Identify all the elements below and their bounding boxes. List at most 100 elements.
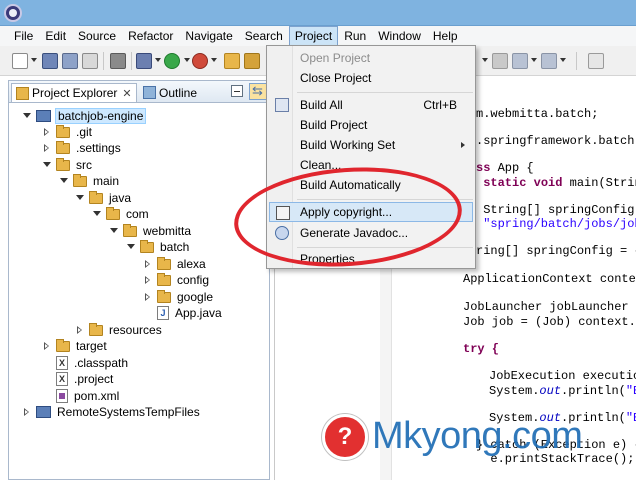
collapse-arrow-icon[interactable] bbox=[143, 292, 153, 302]
menu-file[interactable]: File bbox=[8, 26, 39, 46]
menu-help[interactable]: Help bbox=[427, 26, 464, 46]
project-menu-dropdown: Open Project Close Project Build All Ctr… bbox=[266, 45, 476, 269]
menu-item-clean[interactable]: Clean... bbox=[269, 155, 473, 175]
back-icon[interactable] bbox=[512, 53, 528, 69]
external-tools-dropdown-arrow-icon[interactable] bbox=[211, 58, 217, 62]
skip-breakpoints-icon[interactable] bbox=[110, 53, 126, 69]
build-dropdown-arrow-icon[interactable] bbox=[155, 58, 161, 62]
tree-item-config[interactable]: config bbox=[143, 272, 211, 288]
menu-edit[interactable]: Edit bbox=[39, 26, 72, 46]
tree-item-project[interactable]: X .project bbox=[42, 371, 115, 387]
collapse-arrow-icon[interactable] bbox=[143, 259, 153, 269]
tree-item-label: main bbox=[93, 174, 120, 188]
folder-icon bbox=[89, 190, 103, 204]
tree-item-label: google bbox=[177, 290, 214, 304]
menu-item-generate-javadoc[interactable]: Generate Javadoc... bbox=[269, 223, 473, 243]
collapse-arrow-icon[interactable] bbox=[42, 341, 52, 351]
tree-item-label: java bbox=[109, 191, 132, 205]
expand-arrow-icon[interactable] bbox=[42, 160, 52, 170]
menu-item-apply-copyright[interactable]: Apply copyright... bbox=[269, 202, 473, 222]
tree-item-pom-xml[interactable]: pom.xml bbox=[42, 388, 121, 404]
menu-window[interactable]: Window bbox=[372, 26, 427, 46]
open-type-icon[interactable] bbox=[224, 53, 240, 69]
external-tools-icon[interactable] bbox=[192, 53, 208, 69]
link-with-editor-icon[interactable] bbox=[249, 83, 267, 100]
tab-outline[interactable]: Outline bbox=[139, 83, 201, 102]
menu-item-close-project[interactable]: Close Project bbox=[269, 68, 473, 88]
tree-item-batch[interactable]: batch bbox=[126, 239, 191, 255]
tree-item-app-java[interactable]: J App.java bbox=[143, 305, 224, 321]
menu-item-build-all[interactable]: Build All Ctrl+B bbox=[269, 95, 473, 115]
code-text: App { bbox=[490, 161, 534, 175]
print-icon[interactable] bbox=[82, 53, 98, 69]
close-icon[interactable]: ✕ bbox=[122, 87, 131, 100]
tree-item-main[interactable]: main bbox=[59, 173, 121, 189]
menu-item-build-automatically[interactable]: Build Automatically bbox=[269, 175, 473, 195]
toolbar-separator bbox=[131, 52, 132, 70]
expand-arrow-icon[interactable] bbox=[92, 209, 102, 219]
tree-item-alexa[interactable]: alexa bbox=[143, 256, 208, 272]
minimize-icon[interactable] bbox=[231, 85, 243, 97]
tab-project-explorer-label: Project Explorer bbox=[32, 86, 118, 100]
run-dropdown-arrow-icon[interactable] bbox=[184, 58, 190, 62]
tab-project-explorer[interactable]: Project Explorer ✕ bbox=[11, 83, 137, 102]
menu-bar: File Edit Source Refactor Navigate Searc… bbox=[0, 26, 636, 46]
expand-arrow-icon[interactable] bbox=[109, 226, 119, 236]
collapse-arrow-icon[interactable] bbox=[75, 325, 85, 335]
code-line: JobExecution execution bbox=[489, 369, 636, 383]
back-dropdown-arrow-icon[interactable] bbox=[531, 58, 537, 62]
menu-item-build-working-set[interactable]: Build Working Set bbox=[269, 135, 473, 155]
open-task-icon[interactable] bbox=[244, 53, 260, 69]
forward-icon[interactable] bbox=[541, 53, 557, 69]
tree-item-classpath[interactable]: X .classpath bbox=[42, 355, 130, 371]
run-icon[interactable] bbox=[164, 53, 180, 69]
menu-run[interactable]: Run bbox=[338, 26, 372, 46]
tree-item-git[interactable]: .git bbox=[42, 124, 94, 140]
tree-item-label: App.java bbox=[175, 306, 222, 320]
menu-item-build-project[interactable]: Build Project bbox=[269, 115, 473, 135]
build-icon[interactable] bbox=[136, 53, 152, 69]
menu-separator bbox=[297, 199, 473, 200]
menu-item-properties[interactable]: Properties bbox=[269, 249, 473, 269]
tree-item-resources[interactable]: resources bbox=[75, 322, 164, 338]
last-edit-icon[interactable] bbox=[492, 53, 508, 69]
tree-item-target[interactable]: target bbox=[42, 338, 109, 354]
collapse-arrow-icon[interactable] bbox=[22, 407, 32, 417]
menu-item-open-project[interactable]: Open Project bbox=[269, 48, 473, 68]
menu-refactor[interactable]: Refactor bbox=[122, 26, 179, 46]
project-icon bbox=[36, 406, 51, 418]
tree-item-com[interactable]: com bbox=[92, 206, 151, 222]
collapse-arrow-icon[interactable] bbox=[143, 275, 153, 285]
tree-item-label: batch bbox=[160, 240, 190, 254]
expand-arrow-icon[interactable] bbox=[126, 242, 136, 252]
menu-project[interactable]: Project bbox=[288, 26, 339, 46]
tree-item-settings[interactable]: .settings bbox=[42, 140, 123, 156]
pin-editor-icon[interactable] bbox=[588, 53, 604, 69]
new-dropdown-arrow-icon[interactable] bbox=[31, 58, 37, 62]
menu-search[interactable]: Search bbox=[239, 26, 289, 46]
tree-item-src[interactable]: src bbox=[42, 157, 94, 173]
collapse-arrow-icon[interactable] bbox=[42, 143, 52, 153]
save-all-icon[interactable] bbox=[62, 53, 78, 69]
save-icon[interactable] bbox=[42, 53, 58, 69]
new-icon[interactable] bbox=[12, 53, 28, 69]
history-dropdown-arrow-icon[interactable] bbox=[482, 58, 488, 62]
menu-item-label: Open Project bbox=[300, 51, 371, 65]
tree-item-remote-systems[interactable]: RemoteSystemsTempFiles bbox=[22, 404, 202, 420]
menu-item-label: Apply copyright... bbox=[300, 205, 393, 219]
folder-icon bbox=[140, 239, 154, 253]
forward-dropdown-arrow-icon[interactable] bbox=[560, 58, 566, 62]
menu-source[interactable]: Source bbox=[72, 26, 122, 46]
tree-item-java[interactable]: java bbox=[75, 190, 133, 206]
expand-arrow-icon[interactable] bbox=[59, 176, 69, 186]
collapse-arrow-icon[interactable] bbox=[42, 127, 52, 137]
javadoc-icon bbox=[275, 226, 289, 240]
expand-arrow-icon[interactable] bbox=[75, 193, 85, 203]
expand-arrow-icon[interactable] bbox=[22, 111, 32, 121]
tree-item-webmitta[interactable]: webmitta bbox=[109, 223, 193, 239]
tree-item-google[interactable]: google bbox=[143, 289, 215, 305]
eclipse-icon[interactable] bbox=[4, 4, 22, 22]
menu-navigate[interactable]: Navigate bbox=[179, 26, 238, 46]
tree-item-batchjob-engine[interactable]: batchjob-engine bbox=[22, 108, 147, 124]
watermark-text: Mkyong.com bbox=[372, 415, 583, 457]
